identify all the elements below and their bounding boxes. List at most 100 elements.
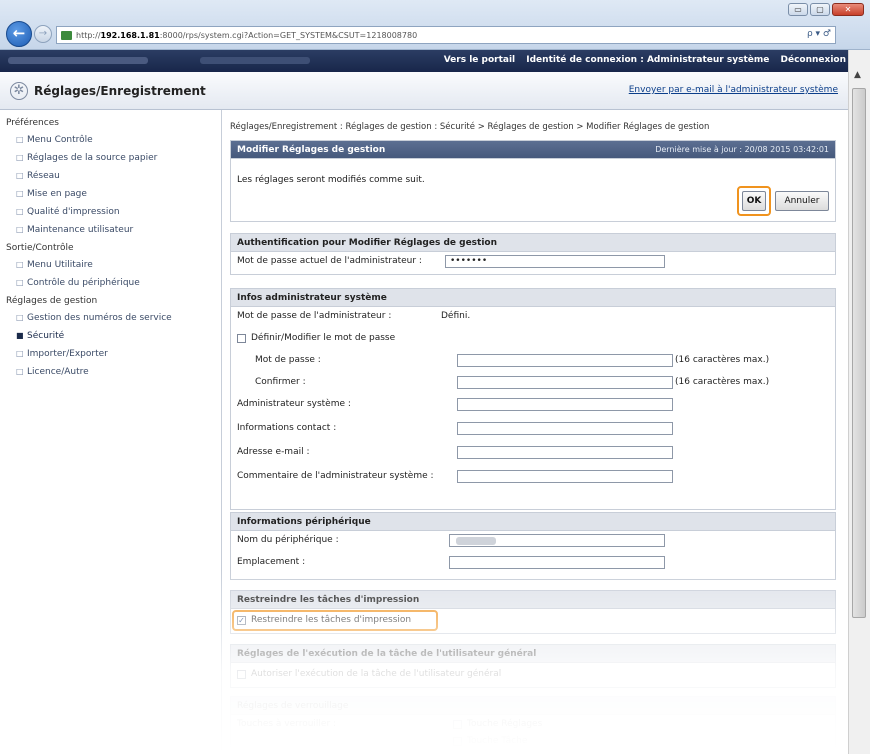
email-input[interactable] — [457, 446, 673, 459]
general-user-checkbox[interactable] — [237, 670, 246, 679]
sidebar-item-numeros-service[interactable]: □ Gestion des numéros de service — [16, 313, 221, 323]
restrict-section: Restreindre les tâches d'impression ✓ Re… — [230, 590, 836, 634]
page-title: Réglages/Enregistrement — [34, 84, 206, 98]
current-password-label: Mot de passe actuel de l'administrateur … — [237, 256, 422, 266]
set-change-label: Définir/Modifier le mot de passe — [251, 333, 396, 343]
lock-keys-label: Touches à verrouiller : — [237, 719, 337, 729]
confirm-label: Confirmer : — [255, 377, 306, 387]
address-url: http://192.168.1.81:8000/rps/system.cgi?… — [76, 30, 418, 40]
admin-info-section: Infos administrateur système Mot de pass… — [230, 288, 836, 510]
device-info-section: Informations périphérique Nom du périphé… — [230, 512, 836, 580]
vertical-scrollbar[interactable]: ▲ — [848, 50, 870, 754]
maximize-button[interactable]: ▢ — [810, 3, 830, 16]
sysadmin-row: Administrateur système : — [231, 395, 835, 419]
comment-row: Commentaire de l'administrateur système … — [231, 467, 835, 491]
password-max-hint: (16 caractères max.) — [675, 355, 770, 365]
sidebar-item-qualite[interactable]: □ Qualité d'impression — [16, 207, 221, 217]
email-label: Adresse e-mail : — [237, 447, 310, 457]
sidebar-item-mise-en-page[interactable]: □ Mise en page — [16, 189, 221, 199]
location-label: Emplacement : — [237, 557, 306, 567]
password-label: Mot de passe : — [255, 355, 321, 365]
sidebar-item-controle-peripherique[interactable]: □ Contrôle du périphérique — [16, 278, 221, 288]
site-top-bar: Vers le portail Identité de connexion : … — [0, 50, 848, 72]
location-input[interactable] — [449, 556, 665, 569]
minimize-button[interactable]: ▭ — [788, 3, 808, 16]
sidebar: Préférences □ Menu Contrôle □ Réglages de … — [0, 110, 222, 754]
forward-arrow-icon[interactable]: → — [34, 25, 52, 43]
sidebar-item-reseau[interactable]: □ Réseau — [16, 171, 221, 181]
top-links: Vers le portail Identité de connexion : … — [436, 55, 846, 65]
sysadmin-label: Administrateur système : — [237, 399, 351, 409]
address-tools-icons[interactable]: ρ ▾ ♂ — [807, 29, 831, 39]
device-name-input[interactable] — [449, 534, 665, 547]
email-row: Adresse e-mail : — [231, 443, 835, 467]
brand-logo-blurred — [8, 57, 148, 64]
portal-link[interactable]: Vers le portail — [444, 55, 515, 65]
sidebar-item-licence[interactable]: □ Licence/Autre — [16, 367, 221, 377]
confirm-max-hint: (16 caractères max.) — [675, 377, 770, 387]
model-name-blurred — [200, 57, 310, 64]
email-admin-link[interactable]: Envoyer par e-mail à l'administrateur sy… — [629, 85, 838, 95]
confirm-row: Confirmer : (16 caractères max.) — [231, 373, 835, 395]
last-update: Dernière mise à jour : 20/08 2015 03:42:… — [655, 145, 829, 154]
general-user-label: Autoriser l'exécution de la tâche de l'u… — [251, 669, 502, 679]
confirm-input[interactable] — [457, 376, 673, 389]
sidebar-group-sortie: Sortie/Contrôle — [6, 243, 74, 253]
close-window-button[interactable]: ✕ — [832, 3, 864, 16]
sidebar-item-source-papier[interactable]: □ Réglages de la source papier — [16, 153, 221, 163]
contact-label: Informations contact : — [237, 423, 337, 433]
device-name-label: Nom du périphérique : — [237, 535, 339, 545]
admin-pw-status: Défini. — [441, 311, 471, 321]
lock-key2-label: Touche Tâche — [467, 736, 528, 746]
scroll-up-icon[interactable]: ▲ — [854, 70, 861, 80]
admin-pw-row: Mot de passe de l'administrateur : Défin… — [231, 307, 835, 329]
set-change-checkbox[interactable] — [237, 334, 246, 343]
back-arrow-icon[interactable]: ← — [6, 21, 32, 47]
browser-chrome: ▭ ▢ ✕ ← → http://192.168.1.81:8000/rps/s… — [0, 0, 870, 50]
sidebar-item-securite[interactable]: ■ Sécurité — [16, 331, 221, 341]
sidebar-item-menu-controle[interactable]: □ Menu Contrôle — [16, 135, 221, 145]
admin-info-title: Infos administrateur système — [231, 289, 835, 307]
modify-panel-header: Modifier Réglages de gestion Dernière mi… — [231, 141, 835, 159]
lock-section: Réglages de verrouillage Touches à verro… — [230, 696, 836, 752]
auth-section: Authentification pour Modifier Réglages … — [230, 233, 836, 275]
admin-pw-label: Mot de passe de l'administrateur : — [237, 311, 392, 321]
device-name-row: Nom du périphérique : — [231, 531, 835, 553]
lock-key1-checkbox[interactable] — [453, 720, 462, 729]
cancel-button[interactable]: Annuler — [775, 191, 829, 211]
contact-input[interactable] — [457, 422, 673, 435]
auth-section-title: Authentification pour Modifier Réglages … — [231, 234, 835, 252]
device-info-title: Informations périphérique — [231, 513, 835, 531]
location-row: Emplacement : — [231, 553, 835, 575]
lock-key2-checkbox[interactable] — [453, 737, 462, 746]
scrollbar-thumb[interactable] — [852, 88, 866, 618]
sidebar-item-importer-exporter[interactable]: □ Importer/Exporter — [16, 349, 221, 359]
sysadmin-input[interactable] — [457, 398, 673, 411]
ok-highlight — [737, 186, 771, 216]
page-title-bar: ✲ Réglages/Enregistrement Envoyer par e-… — [0, 72, 848, 110]
current-password-row: Mot de passe actuel de l'administrateur … — [231, 252, 835, 272]
device-name-blurred — [456, 537, 496, 545]
lock-keys-row: Touches à verrouiller : Touche Réglages — [231, 715, 835, 735]
general-user-row: Autoriser l'exécution de la tâche de l'u… — [231, 663, 835, 687]
address-bar[interactable]: http://192.168.1.81:8000/rps/system.cgi?… — [56, 26, 836, 44]
modify-panel: Modifier Réglages de gestion Dernière mi… — [230, 140, 836, 222]
logout-link[interactable]: Déconnexion — [781, 55, 847, 65]
password-input[interactable] — [457, 354, 673, 367]
main-content: Réglages/Enregistrement : Réglages de ge… — [230, 110, 838, 754]
breadcrumb: Réglages/Enregistrement : Réglages de ge… — [230, 122, 710, 132]
general-user-section: Réglages de l'exécution de la tâche de l… — [230, 644, 836, 688]
current-password-input[interactable]: ••••••• — [445, 255, 665, 268]
general-user-title: Réglages de l'exécution de la tâche de l… — [231, 645, 835, 663]
sidebar-group-gestion: Réglages de gestion — [6, 296, 98, 306]
sidebar-item-maintenance[interactable]: □ Maintenance utilisateur — [16, 225, 221, 235]
window-controls: ▭ ▢ ✕ — [788, 3, 864, 16]
login-identity: Identité de connexion : Administrateur s… — [526, 55, 770, 65]
sidebar-group-preferences: Préférences — [6, 118, 59, 128]
site-favicon-icon — [61, 30, 72, 40]
restrict-highlight — [232, 610, 438, 631]
sidebar-item-menu-utilitaire[interactable]: □ Menu Utilitaire — [16, 260, 221, 270]
lock-title: Réglages de verrouillage — [231, 697, 835, 715]
comment-input[interactable] — [457, 470, 673, 483]
password-row: Mot de passe : (16 caractères max.) — [231, 351, 835, 373]
